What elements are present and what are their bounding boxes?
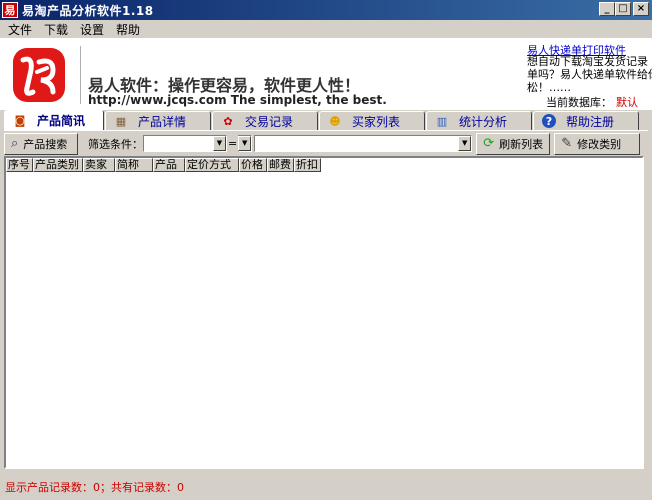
menu-download[interactable]: 下载 [38, 21, 74, 38]
edit-category-button[interactable]: ✎ 修改类别 [554, 132, 641, 155]
product-news-icon: ◙ [14, 114, 26, 127]
operator-label: = [228, 137, 238, 150]
column-header[interactable]: 价格 [239, 158, 267, 172]
current-database: 当前数据库： 默认 [546, 94, 638, 110]
minimize-button[interactable]: _ [599, 2, 615, 16]
tab-product-detail[interactable]: ▦ 产品详情 [105, 111, 211, 130]
help-icon: ? [542, 114, 556, 128]
tab-buyers[interactable]: ☻ 买家列表 [319, 111, 425, 130]
ad-line: 单吗？易人快递单软件给你 [527, 68, 652, 81]
edit-category-label: 修改类别 [577, 137, 622, 151]
tab-label: 帮助注册 [566, 114, 615, 129]
menu-file[interactable]: 文件 [2, 21, 38, 38]
menu-help[interactable]: 帮助 [110, 21, 146, 38]
app-icon[interactable]: 易 [2, 2, 18, 18]
tab-label: 产品简讯 [37, 114, 86, 128]
column-header[interactable]: 产品 [153, 158, 185, 172]
bar-chart-icon: ▥ [436, 114, 448, 128]
chevron-down-icon[interactable]: ▼ [238, 136, 252, 151]
refresh-list-button[interactable]: ⟳ 刷新列表 [476, 132, 551, 155]
maximize-button[interactable]: □ [615, 2, 631, 16]
title-bar: 易 易淘产品分析软件1.18 _ □ × [0, 0, 652, 20]
tab-statistics[interactable]: ▥ 统计分析 [426, 111, 532, 130]
column-header[interactable]: 产品类别 [33, 158, 83, 172]
chevron-down-icon[interactable]: ▼ [213, 136, 226, 151]
refresh-list-label: 刷新列表 [499, 137, 544, 151]
flower-icon: ✿ [223, 114, 233, 128]
tab-label: 买家列表 [352, 114, 401, 129]
database-value[interactable]: 默认 [616, 96, 638, 109]
product-detail-icon: ▦ [115, 114, 127, 128]
column-header[interactable]: 折扣 [294, 158, 321, 172]
user-icon: ☻ [329, 114, 341, 128]
column-header[interactable]: 简称 [115, 158, 153, 172]
database-label: 当前数据库： [546, 96, 612, 109]
tab-product-news[interactable]: ◙ 产品简讯 [4, 110, 104, 130]
brand-logo [13, 48, 65, 102]
filter-value-select[interactable]: ▼ [254, 135, 473, 152]
menu-settings[interactable]: 设置 [74, 21, 110, 38]
menu-bar: 文件 下载 设置 帮助 [0, 20, 652, 38]
grid-header: 序号 产品类别 卖家 简称 产品 定价方式 价格 邮费 折扣 [6, 158, 642, 172]
ad-line: 想自动下载淘宝发货记录 [527, 55, 648, 68]
product-grid[interactable]: 序号 产品类别 卖家 简称 产品 定价方式 价格 邮费 折扣 [4, 156, 644, 469]
column-header[interactable]: 序号 [6, 158, 33, 172]
tab-label: 交易记录 [245, 114, 294, 129]
product-search-label: 产品搜索 [23, 137, 68, 151]
logo-divider [80, 46, 81, 104]
website-text: http://www.jcqs.com The simplest, the be… [88, 93, 387, 107]
ad-line: 松！…… [527, 81, 571, 94]
ad-text: 想自动下载淘宝发货记录 单吗？易人快递单软件给你 松！…… [527, 55, 652, 94]
window-title: 易淘产品分析软件1.18 [22, 3, 154, 18]
record-count-text: 显示产品记录数：0；共有记录数：0 [5, 480, 184, 494]
operator-select[interactable]: ▼ [238, 135, 253, 152]
tab-label: 产品详情 [138, 114, 187, 129]
filter-label: 筛选条件： [88, 137, 143, 151]
status-bar: 显示产品记录数：0；共有记录数：0 [0, 473, 652, 500]
chevron-down-icon[interactable]: ▼ [458, 136, 472, 151]
tab-strip: ◙ 产品简讯 ▦ 产品详情 ✿ 交易记录 ☻ 买家列表 ▥ 统计分析 ? 帮助注… [0, 110, 652, 130]
tab-transactions[interactable]: ✿ 交易记录 [212, 111, 318, 130]
tab-help-register[interactable]: ? 帮助注册 [533, 111, 639, 130]
banner: 易人软件：操作更容易，软件更人性！ http://www.jcqs.com Th… [0, 38, 652, 110]
tab-label: 统计分析 [459, 114, 508, 129]
column-header[interactable]: 卖家 [83, 158, 115, 172]
refresh-icon: ⟳ [483, 136, 495, 151]
binoculars-icon: ⌕ [11, 136, 19, 151]
product-search-button[interactable]: ⌕ 产品搜索 [4, 132, 78, 155]
filter-field-select[interactable]: ▼ [143, 135, 227, 152]
toolbar: ⌕ 产品搜索 筛选条件： ▼ = ▼ ▼ ⟳ 刷新列表 ✎ 修改类别 [4, 130, 648, 156]
close-button[interactable]: × [633, 2, 649, 16]
pencil-icon: ✎ [561, 136, 573, 151]
column-header[interactable]: 邮费 [267, 158, 294, 172]
column-header[interactable]: 定价方式 [185, 158, 239, 172]
window-controls: _ □ × [599, 2, 649, 16]
